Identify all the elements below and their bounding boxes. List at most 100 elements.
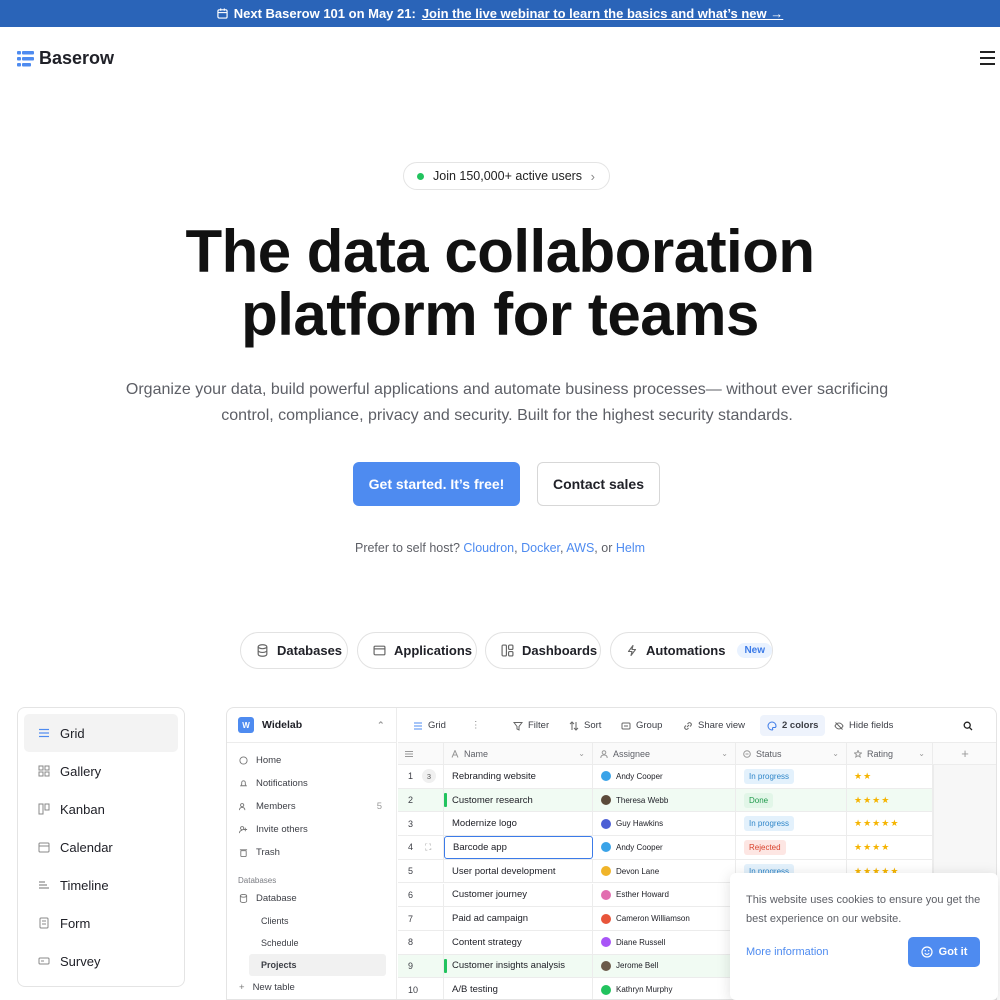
table-row[interactable]: 4 ⛶ Barcode app Andy Cooper Rejected ★ ★ ★ ★	[398, 836, 933, 860]
cell-name[interactable]: Rebranding website	[444, 765, 593, 788]
cell-name[interactable]: Customer journey	[444, 883, 593, 907]
cell-assignee[interactable]: Guy Hawkins	[593, 812, 736, 836]
cell-name[interactable]: Barcode app	[444, 836, 593, 859]
column-label: Assignee	[613, 748, 651, 759]
cell-status[interactable]: In progress	[736, 765, 847, 788]
sidebar-item-home[interactable]: Home	[227, 749, 396, 772]
cell-name[interactable]: Customer insights analysis	[444, 954, 593, 978]
view-switcher[interactable]: Grid	[413, 708, 446, 743]
table-clients[interactable]: Clients	[227, 910, 396, 932]
table-row[interactable]: 3 Modernize logo Guy Hawkins In progress ★ ★ ★…	[398, 812, 933, 837]
expand-row-icon[interactable]: ⛶	[425, 842, 431, 853]
new-table-button[interactable]: + New table	[227, 976, 396, 999]
cell-rating[interactable]: ★★★★	[847, 788, 933, 812]
cell-assignee[interactable]: Andy Cooper	[593, 765, 736, 788]
cell-name[interactable]: Modernize logo	[444, 812, 593, 836]
column-header-status[interactable]: Status ⌄	[736, 743, 847, 765]
docker-link[interactable]: Docker	[521, 541, 560, 555]
cell-assignee[interactable]: Kathryn Murphy	[593, 978, 736, 999]
sidebar-item-invite[interactable]: Invite others	[227, 818, 396, 841]
share-view-button[interactable]: Share view	[683, 708, 745, 743]
row-index: 8	[408, 937, 414, 948]
active-users-pill[interactable]: Join 150,000+ active users ›	[403, 162, 610, 190]
hamburger-menu-icon[interactable]	[980, 51, 995, 65]
sidebar-item-trash[interactable]: Trash	[227, 841, 396, 864]
sidebar-database[interactable]: Database	[227, 887, 396, 910]
sort-icon	[569, 720, 579, 731]
table-row[interactable]: 1 3 Rebranding website Andy Cooper In progre…	[398, 765, 933, 789]
table-row[interactable]: 2 Customer research Theresa Webb Done ★ ★ ★ ★	[398, 788, 933, 813]
view-form[interactable]: Form	[24, 904, 178, 942]
star-icon: ★	[872, 794, 882, 805]
cell-name[interactable]: User portal development	[444, 859, 593, 883]
more-information-link[interactable]: More information	[746, 946, 829, 958]
add-column-button[interactable]: +	[933, 743, 996, 765]
aws-link[interactable]: AWS	[566, 541, 594, 555]
tab-databases[interactable]: Databases	[240, 632, 348, 669]
cloudron-link[interactable]: Cloudron	[463, 541, 514, 555]
view-gallery[interactable]: Gallery	[24, 752, 178, 790]
row-number: 10	[398, 978, 444, 999]
cell-assignee[interactable]: Esther Howard	[593, 883, 736, 907]
cell-rating[interactable]: ★ ★ ★ ★ ★	[847, 812, 933, 836]
column-header-assignee[interactable]: Assignee ⌄	[593, 743, 736, 765]
cell-name[interactable]: Customer research	[444, 788, 593, 812]
column-label: Rating	[867, 748, 894, 759]
kanban-view-icon	[38, 803, 50, 815]
view-options-icon[interactable]: ⋮	[471, 708, 481, 743]
column-header-name[interactable]: Name ⌄	[444, 743, 593, 765]
hero-line-1: The data collaboration	[185, 218, 815, 285]
view-timeline[interactable]: Timeline	[24, 866, 178, 904]
cell-name[interactable]: A/B testing	[444, 978, 593, 999]
tab-automations[interactable]: Automations New	[610, 632, 773, 669]
workspace-selector[interactable]: W Widelab ⌃	[227, 708, 396, 743]
comment-count-badge[interactable]: 3	[422, 769, 436, 784]
colors-button[interactable]: 2 colors	[760, 715, 826, 736]
cell-assignee[interactable]: Diane Russell	[593, 930, 736, 954]
sidebar-item-notifications[interactable]: Notifications	[227, 772, 396, 795]
got-it-button[interactable]: Got it	[908, 937, 980, 967]
filter-button[interactable]: Filter	[513, 708, 549, 743]
group-button[interactable]: Group	[621, 708, 662, 743]
cell-rating[interactable]: ★★★★	[847, 836, 933, 859]
baserow-logo-icon	[17, 50, 34, 66]
assignee-name: Andy Cooper	[616, 771, 663, 781]
table-projects[interactable]: Projects	[249, 954, 386, 976]
cell-status[interactable]: Done	[736, 788, 847, 812]
search-button[interactable]	[963, 708, 973, 743]
sidebar-item-members[interactable]: Members 5	[227, 795, 396, 818]
row-select-header[interactable]	[398, 743, 444, 765]
smile-icon	[921, 946, 933, 958]
view-grid[interactable]: Grid	[24, 714, 178, 752]
sort-button[interactable]: Sort	[569, 708, 601, 743]
helm-link[interactable]: Helm	[616, 541, 645, 555]
get-started-button[interactable]: Get started. It’s free!	[353, 462, 520, 506]
cell-assignee[interactable]: Andy Cooper	[593, 836, 736, 859]
cell-name[interactable]: Paid ad campaign	[444, 907, 593, 930]
hide-fields-label: Hide fields	[849, 720, 894, 731]
cell-assignee[interactable]: Devon Lane	[593, 859, 736, 883]
row-number: 6	[398, 883, 444, 907]
contact-sales-button[interactable]: Contact sales	[537, 462, 660, 506]
cell-rating[interactable]: ★ ★	[847, 765, 933, 788]
sidebar-item-label: Trash	[256, 847, 280, 858]
members-icon	[239, 803, 246, 811]
column-header-rating[interactable]: Rating ⌄	[847, 743, 933, 765]
webinar-link[interactable]: Join the live webinar to learn the basic…	[422, 6, 783, 21]
status-badge: Rejected	[744, 839, 786, 855]
cell-name[interactable]: Content strategy	[444, 930, 593, 954]
cell-status[interactable]: In progress	[736, 812, 847, 836]
view-kanban[interactable]: Kanban	[24, 790, 178, 828]
tab-applications[interactable]: Applications	[357, 632, 477, 669]
cell-assignee[interactable]: Jerome Bell	[593, 954, 736, 978]
hide-fields-button[interactable]: Hide fields	[834, 708, 893, 743]
view-calendar[interactable]: Calendar	[24, 828, 178, 866]
view-survey[interactable]: Survey	[24, 942, 178, 980]
dashboard-icon	[501, 644, 514, 657]
cell-status[interactable]: Rejected	[736, 836, 847, 859]
table-schedule[interactable]: Schedule	[227, 932, 396, 954]
baserow-logo[interactable]: Baserow	[17, 48, 114, 69]
tab-dashboards[interactable]: Dashboards	[485, 632, 601, 669]
cell-assignee[interactable]: Cameron Williamson	[593, 907, 736, 930]
cell-assignee[interactable]: Theresa Webb	[593, 788, 736, 812]
